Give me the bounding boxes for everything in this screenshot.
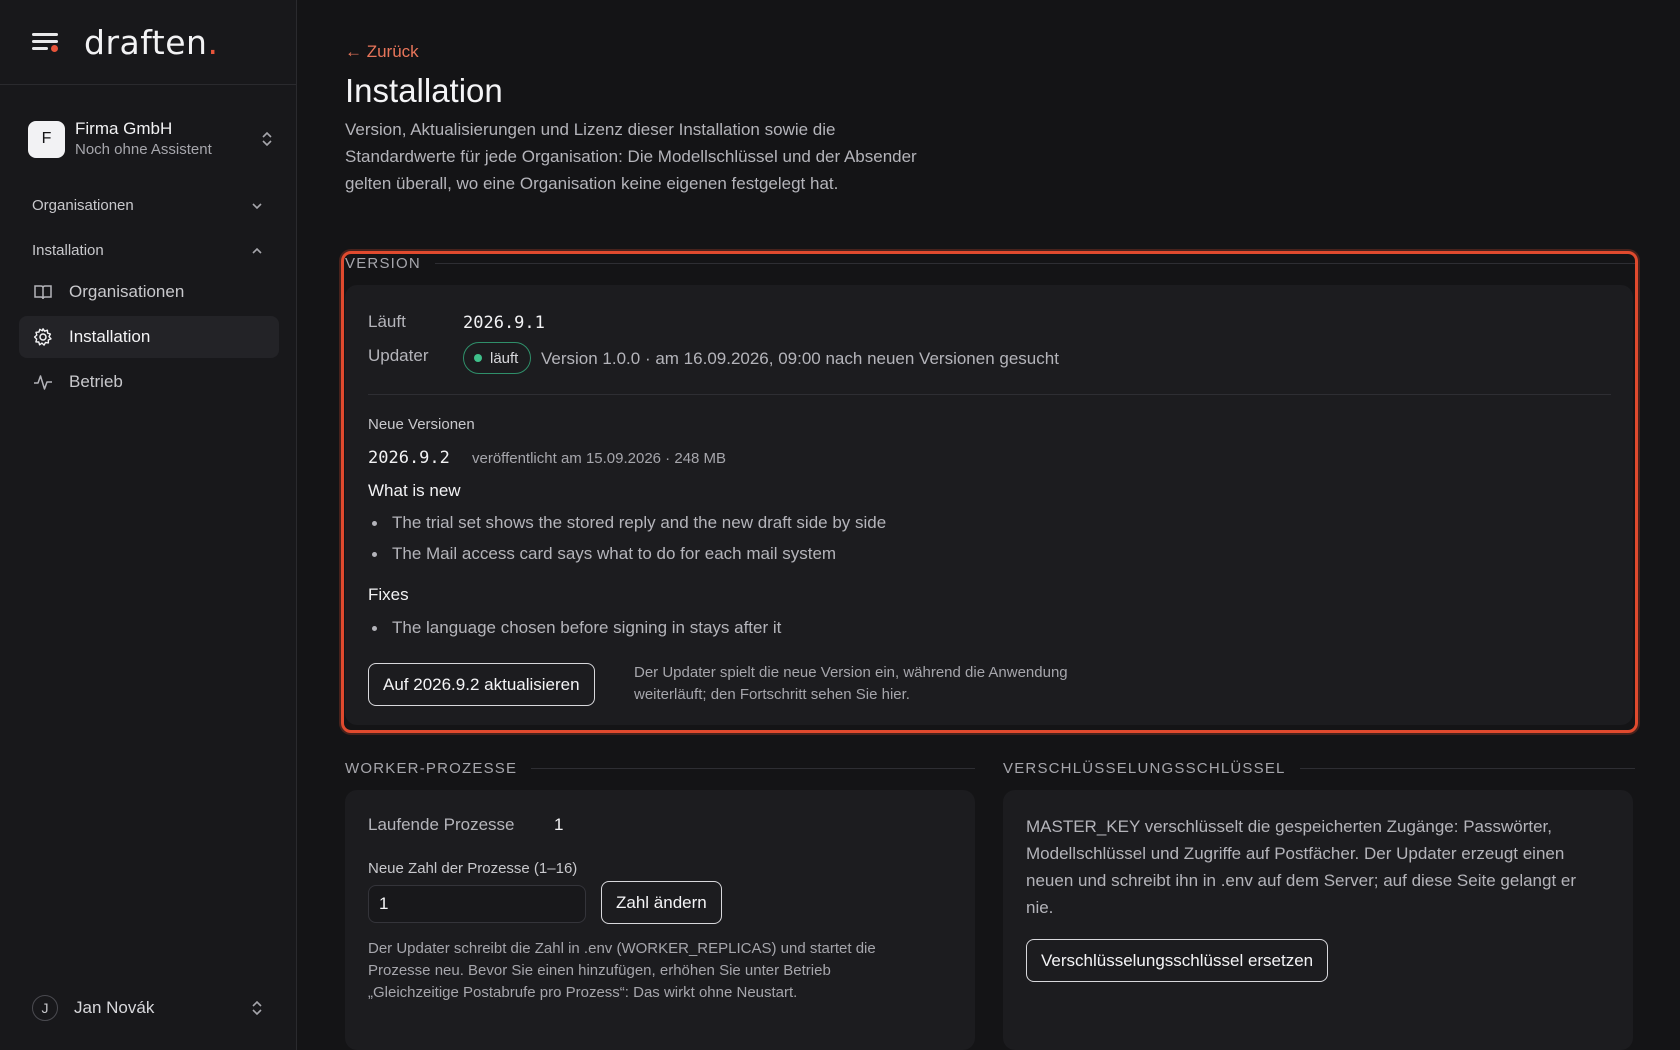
new-version-number: 2026.9.2 [368, 448, 450, 468]
sidebar-item-label: Betrieb [69, 372, 123, 391]
section-label-version: VERSION [345, 255, 1635, 272]
sidebar-item-label: Installation [69, 327, 151, 346]
encryption-text: MASTER_KEY verschlüsselt die gespeichert… [1026, 817, 1577, 917]
list-item: The trial set shows the stored reply and… [368, 507, 886, 538]
sidebar: draften. F Firma GmbH Noch ohne Assisten… [0, 0, 297, 1050]
nav-group-installation[interactable]: Installation [32, 242, 264, 259]
fixes-title: Fixes [368, 585, 409, 604]
sidebar-item-label: Organisationen [69, 282, 185, 301]
nav-group-organisationen[interactable]: Organisationen [32, 197, 264, 214]
encryption-card: MASTER_KEY verschlüsselt die gespeichert… [1003, 790, 1633, 1050]
chevron-up-icon [252, 247, 262, 254]
update-button[interactable]: Auf 2026.9.2 aktualisieren [368, 663, 595, 706]
sidebar-item-organisationen[interactable]: Organisationen [19, 271, 279, 313]
user-menu[interactable]: J Jan Novák [32, 994, 264, 1022]
sidebar-item-installation[interactable]: Installation [19, 316, 279, 358]
page-description: Version, Aktualisierungen und Lizenz die… [345, 120, 917, 193]
section-label-encryption: VERSCHLÜSSELUNGSSCHLÜSSEL [1003, 760, 1635, 777]
updater-info: Version 1.0.0 · am 16.09.2026, 09:00 nac… [541, 349, 1059, 368]
replace-key-button[interactable]: Verschlüsselungsschlüssel ersetzen [1026, 939, 1329, 982]
brand-logo[interactable]: draften. [84, 23, 218, 62]
gear-icon [33, 328, 52, 346]
list-item: The Mail access card says what to do for… [368, 538, 886, 569]
page-title: Installation [345, 72, 503, 109]
book-icon [34, 285, 52, 300]
org-subtitle: Noch ohne Assistent [75, 141, 212, 158]
fixes-list: The language chosen before signing in st… [368, 612, 781, 643]
menu-icon[interactable] [32, 30, 60, 54]
section-label-workers: WORKER-PROZESSE [345, 760, 975, 777]
status-dot-icon [474, 354, 482, 362]
whats-new-list: The trial set shows the stored reply and… [368, 507, 886, 569]
updater-label: Updater [368, 346, 429, 365]
org-switcher[interactable]: F Firma GmbH Noch ohne Assistent [28, 116, 274, 162]
running-processes-value: 1 [554, 815, 564, 834]
chevron-updown-icon [262, 131, 272, 147]
version-card: Läuft 2026.9.1 Updater läuft Version 1.0… [345, 285, 1633, 725]
nav-group-label: Installation [32, 242, 104, 259]
new-versions-label: Neue Versionen [368, 416, 475, 433]
change-count-button[interactable]: Zahl ändern [601, 881, 722, 924]
user-name: Jan Novák [74, 998, 155, 1017]
workers-hint: Der Updater schreibt die Zahl in .env (W… [368, 940, 876, 1001]
chevron-updown-icon [252, 1000, 262, 1016]
org-avatar: F [28, 120, 65, 158]
status-badge: läuft [463, 342, 532, 374]
running-processes-label: Laufende Prozesse [368, 815, 515, 834]
org-name: Firma GmbH [75, 119, 173, 138]
divider [368, 394, 1611, 395]
workers-card: Laufende Prozesse 1 Neue Zahl der Prozes… [345, 790, 975, 1050]
update-hint: Der Updater spielt die neue Version ein,… [634, 664, 1068, 703]
avatar: J [32, 995, 58, 1021]
whats-new-title: What is new [368, 481, 461, 500]
activity-icon [34, 375, 52, 390]
back-link[interactable]: ← Zurück [345, 42, 419, 62]
list-item: The language chosen before signing in st… [368, 612, 781, 643]
running-version: 2026.9.1 [463, 313, 545, 333]
new-version-meta: veröffentlicht am 15.09.2026 · 248 MB [472, 450, 727, 467]
sidebar-item-betrieb[interactable]: Betrieb [19, 361, 279, 403]
nav-group-label: Organisationen [32, 197, 134, 214]
running-label: Läuft [368, 312, 406, 331]
chevron-down-icon [252, 202, 262, 209]
brand-bar: draften. [0, 0, 296, 85]
process-count-label: Neue Zahl der Prozesse (1–16) [368, 860, 578, 877]
process-count-input[interactable] [368, 885, 586, 923]
